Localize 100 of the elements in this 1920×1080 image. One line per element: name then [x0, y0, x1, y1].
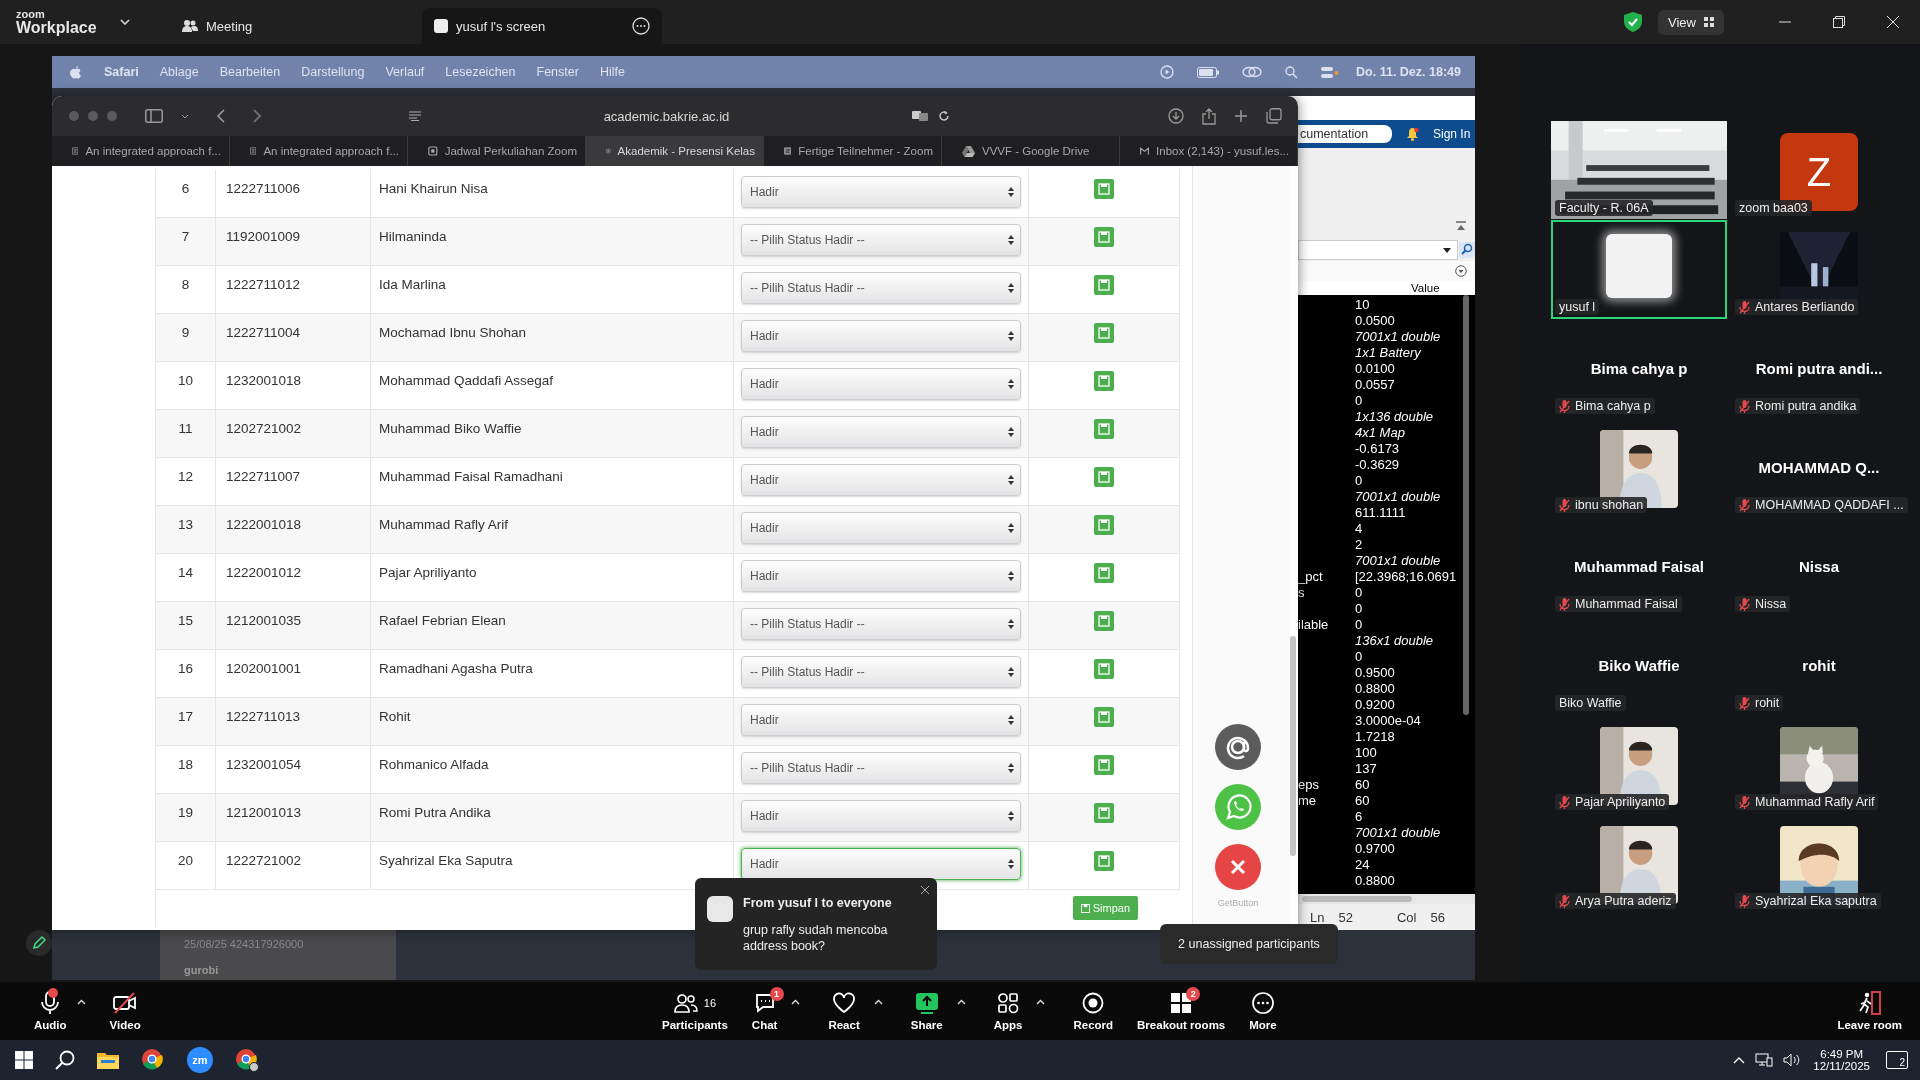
windows-start-icon[interactable] [15, 1051, 33, 1069]
audio-button[interactable]: Audio [26, 991, 75, 1031]
browser-tab[interactable]: An integrated approach f... [52, 136, 230, 166]
network-icon[interactable] [1755, 1053, 1774, 1067]
chat-notification[interactable]: From yusuf l to everyone grup rafly sudah mencoba address book? [695, 878, 937, 970]
save-button[interactable] [1094, 467, 1114, 487]
play-icon[interactable] [1160, 65, 1175, 79]
status-dropdown[interactable]: Hadir [741, 848, 1021, 880]
translate-icon[interactable] [912, 110, 928, 122]
save-button[interactable] [1094, 707, 1114, 727]
download-icon[interactable] [1168, 108, 1184, 124]
participant-tile[interactable]: Faculty - R. 06A [1551, 121, 1727, 220]
close-icon[interactable] [921, 886, 929, 894]
more-icon[interactable] [632, 17, 650, 35]
status-dropdown[interactable]: Hadir [741, 416, 1021, 448]
apps-button[interactable]: Apps [981, 991, 1035, 1031]
save-button[interactable] [1094, 851, 1114, 871]
participant-tile[interactable]: Pajar Apriliyanto [1551, 715, 1727, 814]
save-button[interactable] [1094, 419, 1114, 439]
participant-tile[interactable]: MOHAMMAD Q... MOHAMMAD QADDAFI ... [1731, 418, 1907, 517]
status-dropdown[interactable]: Hadir [741, 800, 1021, 832]
status-dropdown[interactable]: Hadir [741, 368, 1021, 400]
participant-tile[interactable]: Nissa Nissa [1731, 517, 1907, 616]
browser-tab[interactable]: Akademik - Presensi Kelas [586, 136, 764, 166]
status-dropdown[interactable]: -- Pilih Status Hadir -- [741, 272, 1021, 304]
caret-icon[interactable] [76, 999, 86, 1005]
search-icon[interactable] [55, 1050, 75, 1070]
participant-tile[interactable]: rohit rohit [1731, 616, 1907, 715]
status-dropdown[interactable]: -- Pilih Status Hadir -- [741, 608, 1021, 640]
taskbar-time[interactable]: 6:49 PM [1820, 1048, 1864, 1060]
back-icon[interactable] [217, 109, 225, 123]
status-dropdown[interactable]: Hadir [741, 320, 1021, 352]
save-button[interactable] [1094, 563, 1114, 583]
folder-icon[interactable] [97, 1051, 119, 1069]
save-button[interactable] [1094, 371, 1114, 391]
status-dropdown[interactable]: Hadir [741, 464, 1021, 496]
tabs-overview-icon[interactable] [1266, 108, 1282, 124]
participant-tile[interactable]: Muhammad Faisal Muhammad Faisal [1551, 517, 1727, 616]
save-button[interactable] [1094, 803, 1114, 823]
documentation-search-field[interactable]: cumentation [1298, 124, 1392, 143]
share-button[interactable]: Share [898, 991, 955, 1031]
plus-icon[interactable] [1234, 109, 1248, 123]
battery-icon[interactable] [1197, 66, 1220, 78]
participant-tile[interactable]: Syahrizal Eka saputra [1731, 814, 1907, 913]
save-button[interactable] [1094, 179, 1114, 199]
chevron-down-icon[interactable] [181, 113, 189, 119]
caret-icon[interactable] [791, 999, 801, 1005]
link-icon[interactable] [1242, 66, 1263, 78]
dropdown-field[interactable] [1298, 240, 1458, 261]
email-button[interactable] [1215, 724, 1261, 770]
collapse-icon[interactable] [1455, 221, 1467, 232]
view-button[interactable]: View [1658, 9, 1724, 35]
react-button[interactable]: React [816, 991, 872, 1031]
participant-tile[interactable]: Biko Waffie Biko Waffie [1551, 616, 1727, 715]
status-dropdown[interactable]: Hadir [741, 560, 1021, 592]
taskbar-date[interactable]: 12/11/2025 [1813, 1060, 1870, 1072]
participant-tile[interactable]: Arya Putra aderiz [1551, 814, 1727, 913]
participant-tile[interactable]: Muhammad Rafly Arif [1731, 715, 1907, 814]
participant-tile[interactable]: Bima cahya p Bima cahya p [1551, 319, 1727, 418]
browser-tab[interactable]: An integrated approach f... [230, 136, 408, 166]
caret-icon[interactable] [956, 999, 966, 1005]
participant-tile[interactable]: Z zoom baa03 [1731, 121, 1907, 220]
window-tab[interactable]: yusuf l's screen [422, 8, 662, 44]
control-center-icon[interactable] [1321, 65, 1340, 79]
sidebar-icon[interactable] [145, 109, 163, 123]
caret-icon[interactable] [1036, 999, 1046, 1005]
pencil-icon[interactable] [26, 930, 52, 956]
participant-tile[interactable]: yusuf l [1551, 220, 1727, 319]
close-button[interactable] [1215, 844, 1261, 890]
share-icon[interactable] [1202, 107, 1216, 125]
save-button[interactable] [1094, 323, 1114, 343]
more-button[interactable]: More [1237, 991, 1289, 1031]
notification-button[interactable]: 2 [1886, 1051, 1908, 1069]
sign-in-link[interactable]: Sign In [1433, 126, 1471, 141]
browser-tab[interactable]: Fertige Teilnehmer - Zoom [764, 136, 942, 166]
save-button[interactable] [1094, 275, 1114, 295]
save-button[interactable] [1094, 515, 1114, 535]
window-tab[interactable]: Meeting [170, 8, 422, 44]
browser-profile-icon[interactable] [235, 1048, 259, 1072]
status-dropdown[interactable]: -- Pilih Status Hadir -- [741, 224, 1021, 256]
save-button[interactable] [1094, 227, 1114, 247]
status-dropdown[interactable]: -- Pilih Status Hadir -- [741, 656, 1021, 688]
browser-tab[interactable]: VVVF - Google Drive [942, 136, 1120, 166]
status-dropdown[interactable]: Hadir [741, 704, 1021, 736]
participants-button[interactable]: 16 Participants [650, 991, 740, 1031]
status-dropdown[interactable]: -- Pilih Status Hadir -- [741, 752, 1021, 784]
leave-room-button[interactable]: Leave room [1829, 991, 1910, 1031]
maximize-icon[interactable] [1833, 16, 1845, 28]
reload-icon[interactable] [938, 110, 950, 122]
participant-tile[interactable]: Romi putra andi... Romi putra andika [1731, 319, 1907, 418]
bell-icon[interactable] [1406, 126, 1419, 141]
save-button[interactable] [1094, 659, 1114, 679]
save-button[interactable] [1094, 611, 1114, 631]
status-dropdown[interactable]: Hadir [741, 512, 1021, 544]
status-dropdown[interactable]: Hadir [741, 176, 1021, 208]
record-button[interactable]: Record [1061, 991, 1126, 1031]
participant-tile[interactable]: ibnu shohan [1551, 418, 1727, 517]
volume-icon[interactable] [1783, 1053, 1802, 1067]
options-icon[interactable] [1455, 265, 1467, 278]
forward-icon[interactable] [253, 109, 261, 123]
